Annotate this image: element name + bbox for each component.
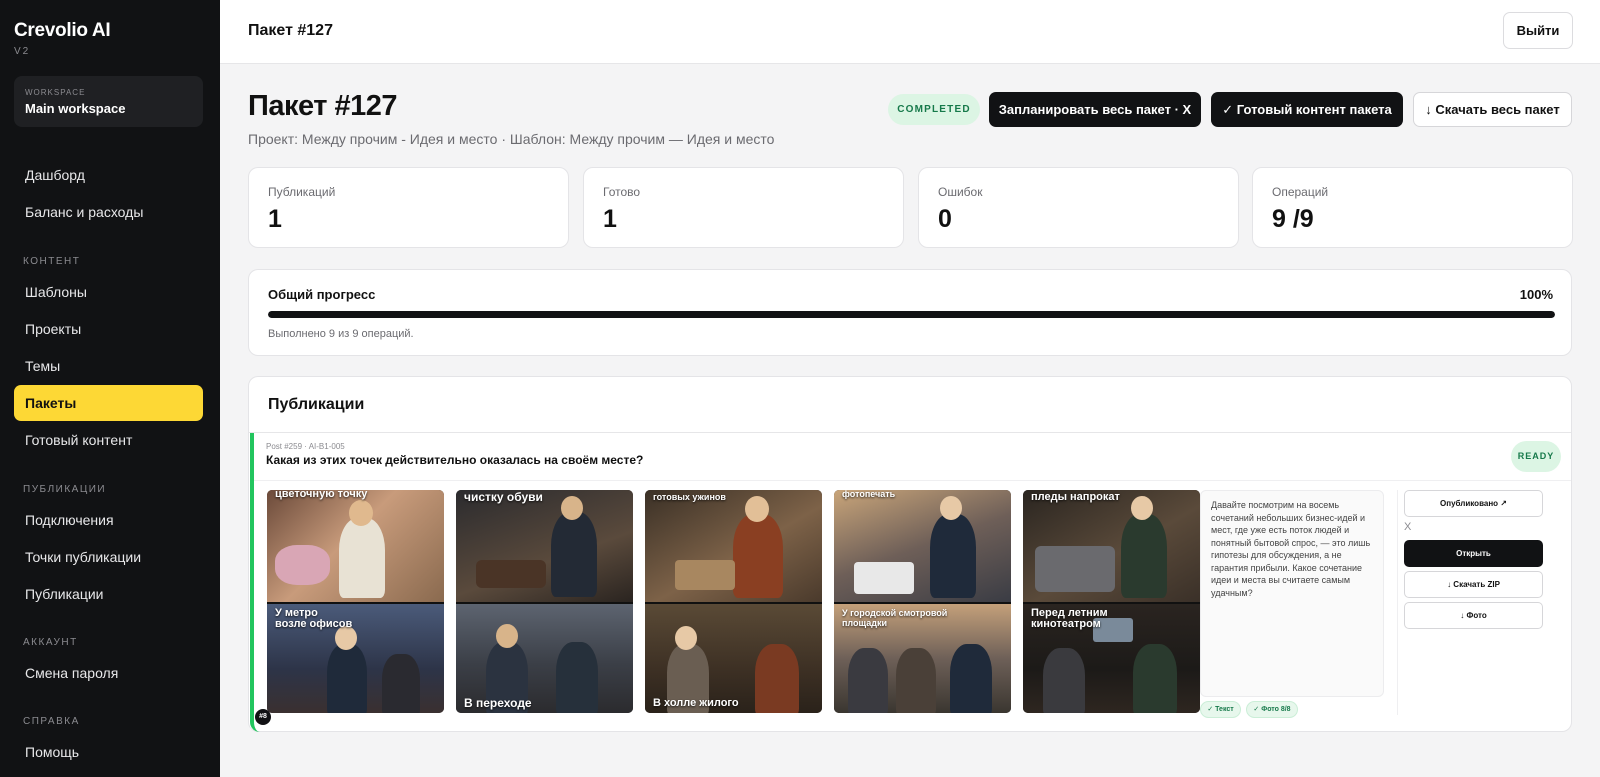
download-package-button[interactable]: ↓ Скачать весь пакет bbox=[1413, 92, 1572, 127]
ready-content-button[interactable]: ✓ Готовый контент пакета bbox=[1211, 92, 1403, 127]
post-image-5[interactable]: пледы напрокат Перед летним кинотеатром bbox=[1023, 490, 1200, 713]
sidebar-section-publications: ПУБЛИКАЦИИ bbox=[23, 484, 107, 495]
logout-button[interactable]: Выйти bbox=[1503, 12, 1573, 49]
stat-card-errors: Ошибок 0 bbox=[918, 167, 1239, 248]
image-caption: чистку обуви bbox=[464, 490, 543, 504]
page-title: Пакет #127 bbox=[248, 90, 398, 122]
sidebar-item-publications[interactable]: Публикации bbox=[14, 576, 203, 612]
workspace-switcher[interactable]: WORKSPACE Main workspace bbox=[14, 76, 203, 127]
page-subtitle: Проект: Между прочим - Идея и место · Ша… bbox=[248, 131, 775, 147]
publications-card: Публикации Post #259 · AI-B1-005 Какая и… bbox=[248, 376, 1572, 732]
workspace-label: WORKSPACE bbox=[25, 88, 86, 97]
image-caption: Перед летним кинотеатром bbox=[1031, 607, 1108, 630]
progress-percent: 100% bbox=[1519, 287, 1553, 302]
post-meta: Post #259 · AI-B1-005 bbox=[266, 442, 345, 451]
sidebar-item-help[interactable]: Помощь bbox=[14, 734, 203, 770]
text-ready-chip: ✓ Текст bbox=[1200, 701, 1241, 718]
stat-label: Ошибок bbox=[938, 185, 983, 199]
image-caption: цветочную точку bbox=[275, 490, 368, 500]
stat-card-publications: Публикаций 1 bbox=[248, 167, 569, 248]
stat-card-ready: Готово 1 bbox=[583, 167, 904, 248]
sidebar-item-ready-content[interactable]: Готовый контент bbox=[14, 422, 203, 458]
stat-label: Готово bbox=[603, 185, 641, 199]
post-image-4[interactable]: фотопечать У городской смотровой площадк… bbox=[834, 490, 1011, 713]
stat-label: Публикаций bbox=[268, 185, 336, 199]
post-image-2[interactable]: чистку обуви В переходе bbox=[456, 490, 633, 713]
download-zip-button[interactable]: ↓ Скачать ZIP bbox=[1404, 571, 1543, 598]
brand-version: V2 bbox=[14, 46, 31, 57]
workspace-name: Main workspace bbox=[25, 101, 126, 116]
x-platform-label: X bbox=[1404, 521, 1412, 533]
image-caption: В холле жилого bbox=[653, 697, 739, 709]
schedule-package-button[interactable]: Запланировать весь пакет · X bbox=[989, 92, 1201, 127]
post-title: Какая из этих точек действительно оказал… bbox=[266, 453, 644, 467]
image-caption: пледы напрокат bbox=[1031, 491, 1120, 503]
stat-value: 0 bbox=[938, 205, 952, 233]
stat-value: 1 bbox=[603, 205, 617, 233]
sidebar-item-change-password[interactable]: Смена пароля bbox=[14, 655, 203, 691]
sidebar-item-connections[interactable]: Подключения bbox=[14, 502, 203, 538]
image-caption: У городской смотровой площадки bbox=[842, 608, 948, 628]
image-caption: У метро возле офисов bbox=[275, 607, 353, 630]
post-image-1[interactable]: цветочную точку У метро возле офисов bbox=[267, 490, 444, 713]
progress-note: Выполнено 9 из 9 операций. bbox=[268, 328, 414, 340]
image-caption: В переходе bbox=[464, 696, 532, 710]
post-row[interactable]: Post #259 · AI-B1-005 Какая из этих точе… bbox=[250, 433, 1571, 732]
progress-bar bbox=[268, 311, 1555, 318]
sidebar-item-publish-points[interactable]: Точки публикации bbox=[14, 539, 203, 575]
divider bbox=[254, 480, 1571, 481]
sidebar-item-packages[interactable]: Пакеты bbox=[14, 385, 203, 421]
status-badge: COMPLETED bbox=[888, 94, 980, 125]
sidebar-section-account: АККАУНТ bbox=[23, 637, 78, 648]
sidebar-section-help: СПРАВКА bbox=[23, 716, 80, 727]
post-number-badge: #8 bbox=[255, 709, 271, 725]
divider bbox=[1397, 490, 1398, 715]
sidebar-item-balance[interactable]: Баланс и расходы bbox=[14, 194, 203, 230]
brand-logo[interactable]: Crevolio AI bbox=[14, 20, 111, 42]
published-link-button[interactable]: Опубликовано ↗ bbox=[1404, 490, 1543, 517]
progress-bar-fill bbox=[268, 311, 1555, 318]
stat-label: Операций bbox=[1272, 185, 1329, 199]
stat-value: 9 /9 bbox=[1272, 205, 1314, 233]
sidebar-item-templates[interactable]: Шаблоны bbox=[14, 274, 203, 310]
image-caption: готовых ужинов bbox=[653, 492, 726, 502]
open-post-button[interactable]: Открыть bbox=[1404, 540, 1543, 567]
topbar-title: Пакет #127 bbox=[248, 22, 333, 39]
sidebar-item-dashboard[interactable]: Дашборд bbox=[14, 157, 203, 193]
topbar: Пакет #127 Выйти bbox=[220, 0, 1600, 64]
photo-ready-chip: ✓ Фото 8/8 bbox=[1246, 701, 1298, 718]
stat-value: 1 bbox=[268, 205, 282, 233]
progress-card: Общий прогресс 100% Выполнено 9 из 9 опе… bbox=[248, 269, 1572, 356]
progress-title: Общий прогресс bbox=[268, 287, 376, 302]
download-photo-button[interactable]: ↓ Фото bbox=[1404, 602, 1543, 629]
post-image-3[interactable]: готовых ужинов В холле жилого bbox=[645, 490, 822, 713]
publications-title: Публикации bbox=[268, 396, 365, 413]
sidebar-section-content: КОНТЕНТ bbox=[23, 256, 81, 267]
sidebar: Crevolio AI V2 WORKSPACE Main workspace … bbox=[0, 0, 220, 777]
stat-card-operations: Операций 9 /9 bbox=[1252, 167, 1573, 248]
image-caption: фотопечать bbox=[842, 490, 896, 499]
sidebar-item-projects[interactable]: Проекты bbox=[14, 311, 203, 347]
post-text: Давайте посмотрим на восемь сочетаний не… bbox=[1200, 490, 1384, 697]
sidebar-item-themes[interactable]: Темы bbox=[14, 348, 203, 384]
post-status-badge: READY bbox=[1511, 441, 1561, 472]
